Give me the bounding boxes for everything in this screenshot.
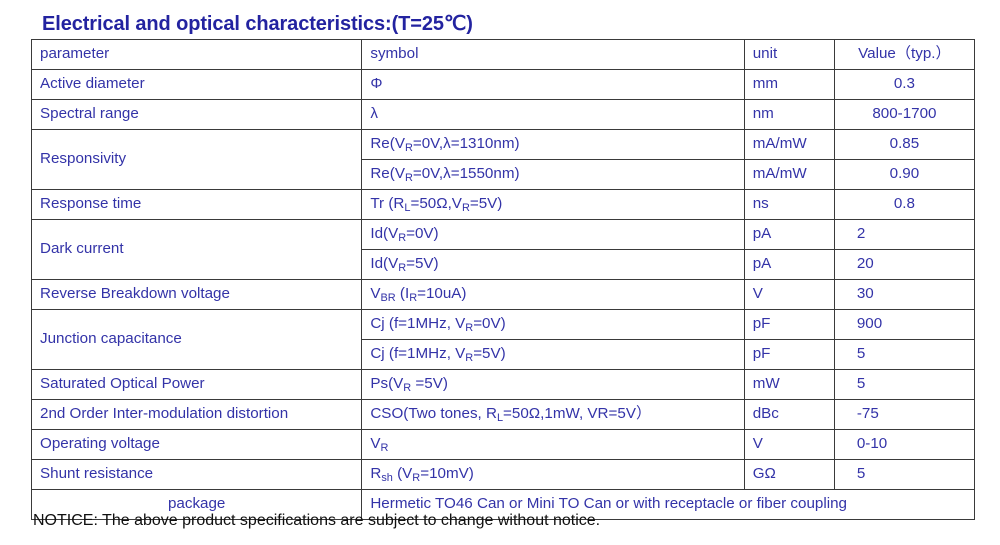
cell-value: 0-10	[833, 429, 976, 460]
header-cell-unit: unit	[743, 39, 835, 70]
cell-unit: pA	[743, 249, 835, 280]
cell-value: 30	[833, 279, 976, 310]
cell-value: 900	[833, 309, 976, 340]
cell-value: 5	[833, 369, 976, 400]
table-row: Saturated Optical Power Ps(VR =5V) mW 5	[30, 369, 976, 400]
cell-unit: pF	[743, 339, 835, 370]
cell-symbol: Id(VR=5V)	[361, 249, 745, 280]
header-cell-parameter: parameter	[30, 39, 363, 70]
cell-parameter: Responsivity	[30, 129, 363, 190]
cell-unit: pA	[743, 219, 835, 250]
table-row: Shunt resistance Rsh (VR=10mV) GΩ 5	[30, 459, 976, 490]
page-title: Electrical and optical characteristics:(…	[42, 13, 473, 35]
cell-value: 0.85	[833, 129, 976, 160]
electrical-optical-characteristics-table: parameter symbol unit Value（typ.） Active…	[30, 39, 976, 520]
cell-unit: nm	[743, 99, 835, 130]
table-body: parameter symbol unit Value（typ.） Active…	[30, 39, 976, 520]
cell-symbol: λ	[361, 99, 745, 130]
cell-unit: pF	[743, 309, 835, 340]
table-row: Active diameter Φ mm 0.3	[30, 69, 976, 100]
cell-symbol: VR	[361, 429, 745, 460]
cell-parameter: 2nd Order Inter-modulation distortion	[30, 399, 363, 430]
cell-parameter: Saturated Optical Power	[30, 369, 363, 400]
cell-symbol: Φ	[361, 69, 745, 100]
cell-value: 0.8	[833, 189, 976, 220]
cell-value: 800-1700	[833, 99, 976, 130]
cell-unit: dBc	[743, 399, 835, 430]
cell-symbol: Id(VR=0V)	[361, 219, 745, 250]
cell-symbol: CSO(Two tones, RL=50Ω,1mW, VR=5V）	[361, 399, 745, 430]
cell-symbol: Rsh (VR=10mV)	[361, 459, 745, 490]
cell-unit: ns	[743, 189, 835, 220]
table-row: Response time Tr (RL=50Ω,VR=5V) ns 0.8	[30, 189, 976, 220]
cell-symbol: Cj (f=1MHz, VR=0V)	[361, 309, 745, 340]
cell-unit: mW	[743, 369, 835, 400]
header-cell-value: Value（typ.）	[833, 39, 976, 70]
cell-unit: V	[743, 429, 835, 460]
cell-unit: mA/mW	[743, 159, 835, 190]
cell-unit: mm	[743, 69, 835, 100]
cell-symbol: Tr (RL=50Ω,VR=5V)	[361, 189, 745, 220]
cell-unit: mA/mW	[743, 129, 835, 160]
cell-parameter: Reverse Breakdown voltage	[30, 279, 363, 310]
cell-parameter: Dark current	[30, 219, 363, 280]
cell-symbol: Cj (f=1MHz, VR=5V)	[361, 339, 745, 370]
table-header-row: parameter symbol unit Value（typ.）	[30, 39, 976, 70]
table-row: Junction capacitance Cj (f=1MHz, VR=0V) …	[30, 309, 976, 370]
cell-value: 0.90	[833, 159, 976, 190]
header-cell-symbol: symbol	[361, 39, 745, 70]
table-row: Responsivity Re(VR=0V,λ=1310nm) mA/mW 0.…	[30, 129, 976, 190]
cell-symbol: VBR (IR=10uA)	[361, 279, 745, 310]
cell-value: 5	[833, 459, 976, 490]
spec-sheet-page: Electrical and optical characteristics:(…	[0, 0, 1000, 545]
table-row: 2nd Order Inter-modulation distortion CS…	[30, 399, 976, 430]
cell-symbol: Re(VR=0V,λ=1550nm)	[361, 159, 745, 190]
cell-unit: GΩ	[743, 459, 835, 490]
cell-value: 0.3	[833, 69, 976, 100]
cell-unit: V	[743, 279, 835, 310]
cell-parameter: Spectral range	[30, 99, 363, 130]
cell-parameter: Shunt resistance	[30, 459, 363, 490]
table-row: Reverse Breakdown voltage VBR (IR=10uA) …	[30, 279, 976, 310]
cell-value: 5	[833, 339, 976, 370]
cell-symbol: Ps(VR =5V)	[361, 369, 745, 400]
table-row: Spectral range λ nm 800-1700	[30, 99, 976, 130]
cell-parameter: Response time	[30, 189, 363, 220]
cell-value: 2	[833, 219, 976, 250]
table-row: Operating voltage VR V 0-10	[30, 429, 976, 460]
cell-parameter: Junction capacitance	[30, 309, 363, 370]
cell-parameter: Operating voltage	[30, 429, 363, 460]
cell-symbol: Re(VR=0V,λ=1310nm)	[361, 129, 745, 160]
cell-parameter: Active diameter	[30, 69, 363, 100]
table-row: Dark current Id(VR=0V) pA 2	[30, 219, 976, 280]
cell-value: -75	[833, 399, 976, 430]
cell-value: 20	[833, 249, 976, 280]
notice-text: NOTICE: The above product specifications…	[33, 512, 601, 529]
